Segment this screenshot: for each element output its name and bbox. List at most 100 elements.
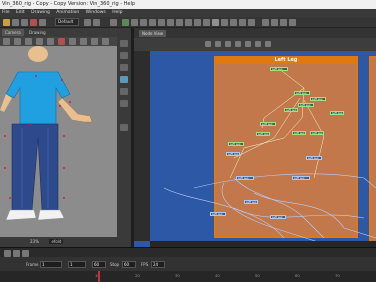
tool-icon-b[interactable] xyxy=(131,19,138,26)
graph-node[interactable]: Left Leg xyxy=(244,200,258,204)
vertical-tool-icon-7[interactable] xyxy=(120,124,128,131)
brush-tool-icon[interactable] xyxy=(12,19,19,26)
camera-tool-icon-5[interactable] xyxy=(47,38,54,45)
playback-first-icon[interactable] xyxy=(4,250,11,257)
graph-node[interactable]: Left Leg xyxy=(306,156,322,160)
tool-icon-o[interactable] xyxy=(248,19,255,26)
timeline-toolbar xyxy=(0,247,376,257)
tool-icon-k[interactable] xyxy=(212,19,219,26)
camera-tool-icon-3[interactable] xyxy=(25,38,32,45)
menu-file[interactable]: File xyxy=(2,10,10,15)
fps-input[interactable]: 24 xyxy=(151,261,165,268)
redo-icon[interactable] xyxy=(93,19,100,26)
menu-animation[interactable]: Animation xyxy=(56,10,79,15)
zoom-level[interactable]: 23% xyxy=(30,239,39,244)
pencil-tool-icon[interactable] xyxy=(30,19,37,26)
vertical-tool-icon-6[interactable] xyxy=(120,100,128,107)
node-connections xyxy=(163,67,376,247)
tool-icon-i[interactable] xyxy=(194,19,201,26)
window-title: Vin_360_rig - Copy - Copy Version: Vin_3… xyxy=(0,0,376,9)
graph-node[interactable]: Left Leg xyxy=(298,103,314,107)
ruler-tick: 20 xyxy=(135,273,140,278)
graph-node[interactable]: Left Leg xyxy=(292,176,310,180)
graph-node[interactable]: Left Leg xyxy=(270,67,288,71)
vertical-tool-icon-3[interactable] xyxy=(120,64,128,71)
tool-icon-h[interactable] xyxy=(185,19,192,26)
camera-tool-icon-4[interactable] xyxy=(36,38,43,45)
fps-label: FPS xyxy=(141,262,149,267)
camera-tool-icon-2[interactable] xyxy=(14,38,21,45)
character-rig-drawing[interactable] xyxy=(0,28,118,247)
tool-icon-r[interactable] xyxy=(280,19,287,26)
tool-icon-f[interactable] xyxy=(167,19,174,26)
tool-icon-c[interactable] xyxy=(140,19,147,26)
graph-node[interactable]: Left Leg xyxy=(310,131,324,135)
camera-tool-icon-10[interactable] xyxy=(102,38,109,45)
tab-drawing[interactable]: Drawing xyxy=(26,29,49,36)
ruler-tick: 70 xyxy=(335,273,340,278)
workspace-dropdown[interactable]: Default xyxy=(55,18,79,26)
playback-last-icon[interactable] xyxy=(22,250,29,257)
save-icon[interactable] xyxy=(110,19,117,26)
camera-tool-icon-1[interactable] xyxy=(3,38,10,45)
tab-camera[interactable]: Camera xyxy=(2,29,24,36)
camera-tool-icon-7[interactable] xyxy=(69,38,76,45)
vertical-toolbar xyxy=(117,28,131,247)
graph-node[interactable]: Left Leg xyxy=(260,122,276,126)
tool-icon-m[interactable] xyxy=(230,19,237,26)
frame-input[interactable]: 1 xyxy=(40,261,62,268)
tool-icon-e[interactable] xyxy=(158,19,165,26)
vertical-tool-icon-5[interactable] xyxy=(120,88,128,95)
menu-help[interactable]: Help xyxy=(112,10,122,15)
graph-node[interactable]: Left Leg xyxy=(256,132,270,136)
view-mode-select[interactable]: efold xyxy=(49,239,64,244)
select-tool-icon[interactable] xyxy=(3,19,10,26)
graph-node[interactable]: Left Leg xyxy=(330,111,344,115)
menu-drawing[interactable]: Drawing xyxy=(31,10,50,15)
tool-icon-j[interactable] xyxy=(203,19,210,26)
vertical-tool-icon-1[interactable] xyxy=(120,40,128,47)
camera-tool-icon-9[interactable] xyxy=(91,38,98,45)
eraser-tool-icon[interactable] xyxy=(21,19,28,26)
shape-tool-icon[interactable] xyxy=(39,19,46,26)
end-input[interactable]: 60 xyxy=(92,261,106,268)
graph-node[interactable]: Left Leg xyxy=(228,142,244,146)
tool-icon-n[interactable] xyxy=(239,19,246,26)
tool-icon-g[interactable] xyxy=(176,19,183,26)
graph-node[interactable]: Left Leg xyxy=(294,91,310,95)
graph-node[interactable]: Left Leg xyxy=(270,215,286,219)
tool-icon-q[interactable] xyxy=(271,19,278,26)
undo-icon[interactable] xyxy=(84,19,91,26)
camera-view[interactable] xyxy=(0,28,118,247)
graph-node[interactable]: Left Leg xyxy=(210,212,226,216)
vertical-tool-icon-2[interactable] xyxy=(120,52,128,59)
menu-edit[interactable]: Edit xyxy=(16,10,25,15)
ruler-tick: 30 xyxy=(175,273,180,278)
graph-node[interactable]: Left Leg xyxy=(236,176,254,180)
vertical-tool-icon-4[interactable] xyxy=(120,76,128,83)
stop-input[interactable]: 60 xyxy=(122,261,136,268)
tool-icon-s[interactable] xyxy=(289,19,296,26)
tool-icon-a[interactable] xyxy=(122,19,129,26)
graph-node[interactable]: Left Leg xyxy=(292,131,306,135)
tool-icon-l[interactable] xyxy=(221,19,228,26)
camera-status-bar: 23% efold xyxy=(0,237,118,247)
graph-node[interactable]: Left Leg xyxy=(310,97,326,101)
timeline-playhead[interactable] xyxy=(98,271,100,282)
playback-play-icon[interactable] xyxy=(13,250,20,257)
camera-tool-icon-8[interactable] xyxy=(80,38,87,45)
tool-icon-d[interactable] xyxy=(149,19,156,26)
tool-icon-p[interactable] xyxy=(262,19,269,26)
stop-label: Stop xyxy=(110,262,120,267)
ruler-tick: 50 xyxy=(255,273,260,278)
camera-tool-icon-6[interactable] xyxy=(58,38,65,45)
menu-bar: File Edit Drawing Animation Windows Help xyxy=(0,9,376,17)
ruler-tick: 40 xyxy=(215,273,220,278)
frame-label: Frame xyxy=(26,262,39,267)
start-input[interactable]: 1 xyxy=(68,261,86,268)
ruler-tick: 60 xyxy=(295,273,300,278)
graph-node[interactable]: Left Leg xyxy=(284,108,298,112)
timeline-ruler[interactable] xyxy=(0,271,376,282)
menu-windows[interactable]: Windows xyxy=(86,10,106,15)
graph-node[interactable]: Left Leg xyxy=(226,152,240,156)
